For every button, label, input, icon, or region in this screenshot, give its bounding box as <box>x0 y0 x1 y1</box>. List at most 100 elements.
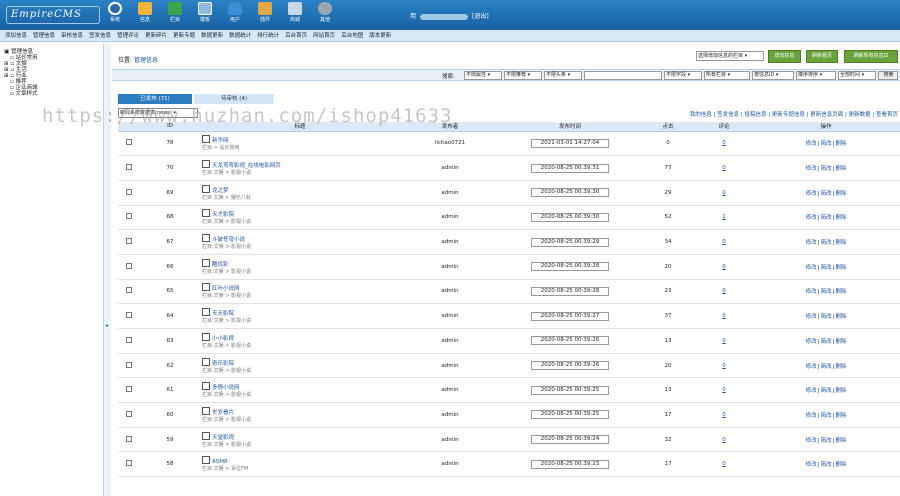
delete-link[interactable]: 删除 <box>835 215 846 221</box>
row-comments[interactable]: 0 <box>722 313 726 319</box>
row-comments[interactable]: 0 <box>722 165 726 171</box>
edit-link[interactable]: 修改 <box>806 265 817 271</box>
quick-edit-link[interactable]: 简改 <box>820 438 831 444</box>
menu-item[interactable]: 添加信息 <box>2 30 30 41</box>
tab-pending[interactable]: 待审核 (4) <box>194 94 274 104</box>
search-button[interactable]: 搜索 <box>878 71 898 80</box>
field-select[interactable]: 不限字段 ▾ <box>664 71 702 80</box>
action-link[interactable]: 投稿信息 <box>744 112 766 118</box>
row-title[interactable]: 小小影视 <box>202 336 234 342</box>
row-time[interactable]: 2020-08-25 00:39:23 <box>531 459 609 469</box>
row-time[interactable]: 2020-08-25 00:39:28 <box>531 262 609 272</box>
edit-link[interactable]: 修改 <box>806 289 817 295</box>
menu-item[interactable]: 版本更新 <box>366 30 394 41</box>
row-time[interactable]: 2020-08-25 00:39:27 <box>531 311 609 321</box>
action-link[interactable]: 签发信息 <box>717 112 739 118</box>
menu-item[interactable]: 更新专题 <box>170 30 198 41</box>
nav-other[interactable]: 其他 <box>310 1 340 23</box>
row-comments[interactable]: 0 <box>722 190 726 196</box>
menu-item[interactable]: 更新碎片 <box>142 30 170 41</box>
row-checkbox[interactable] <box>126 188 132 195</box>
tab-published[interactable]: 已发布 (71) <box>118 94 192 104</box>
quick-edit-link[interactable]: 简改 <box>820 166 831 172</box>
row-checkbox[interactable] <box>126 386 132 393</box>
row-title[interactable]: 岁岁看片 <box>202 410 234 416</box>
menu-item[interactable]: 数据更新 <box>198 30 226 41</box>
action-link[interactable]: 更新专题信息 <box>772 112 805 118</box>
row-comments[interactable]: 0 <box>722 387 726 393</box>
quick-edit-link[interactable]: 简改 <box>820 141 831 147</box>
delete-link[interactable]: 删除 <box>835 314 846 320</box>
row-time[interactable]: 2020-08-25 00:39:26 <box>531 336 609 346</box>
empirecms-logo[interactable]: EmpireCMS <box>6 6 100 24</box>
quick-edit-link[interactable]: 简改 <box>820 289 831 295</box>
menu-item[interactable]: 签发信息 <box>86 30 114 41</box>
breadcrumb-link[interactable]: 管理信息 <box>134 57 158 64</box>
edit-link[interactable]: 修改 <box>806 413 817 419</box>
menu-item[interactable]: 审核信息 <box>58 30 86 41</box>
delete-link[interactable]: 删除 <box>835 240 846 246</box>
nav-system[interactable]: 系统 <box>100 1 130 23</box>
column-select[interactable]: 选择增加信息的栏目 ▾ <box>696 51 764 61</box>
row-title[interactable]: 天天影院 <box>202 311 234 317</box>
delete-link[interactable]: 删除 <box>835 191 846 197</box>
row-comments[interactable]: 0 <box>722 412 726 418</box>
nav-user[interactable]: 用户 <box>220 1 250 23</box>
attr-select[interactable]: 不限属性 ▾ <box>464 71 502 80</box>
menu-item[interactable]: 管理评论 <box>114 30 142 41</box>
edit-link[interactable]: 修改 <box>806 166 817 172</box>
quick-edit-link[interactable]: 简改 <box>820 462 831 468</box>
row-title[interactable]: 红叶小说网 <box>202 286 240 292</box>
row-time[interactable]: 2020-08-25 00:39:24 <box>531 435 609 445</box>
refresh-home-button[interactable]: 刷新首页 <box>806 50 838 63</box>
row-checkbox[interactable] <box>126 262 132 269</box>
delete-link[interactable]: 删除 <box>835 166 846 172</box>
edit-link[interactable]: 修改 <box>806 314 817 320</box>
order-field-select[interactable]: 按信息ID ▾ <box>752 71 794 80</box>
delete-link[interactable]: 删除 <box>835 364 846 370</box>
row-time[interactable]: 2021-03-01 14:27:04 <box>531 138 609 148</box>
row-time[interactable]: 2020-08-25 00:39:30 <box>531 212 609 222</box>
headline-select[interactable]: 不限头条 ▾ <box>544 71 582 80</box>
nav-info[interactable]: 信息 <box>130 1 160 23</box>
edit-link[interactable]: 修改 <box>806 462 817 468</box>
nav-column[interactable]: 栏目 <box>160 1 190 23</box>
time-select[interactable]: 全部时间 ▾ <box>838 71 876 80</box>
edit-link[interactable]: 修改 <box>806 215 817 221</box>
delete-link[interactable]: 删除 <box>835 265 846 271</box>
delete-link[interactable]: 删除 <box>835 339 846 345</box>
row-comments[interactable]: 0 <box>722 363 726 369</box>
row-title[interactable]: 多情小说网 <box>202 385 240 391</box>
row-checkbox[interactable] <box>126 287 132 294</box>
collapse-icon[interactable]: ◂ <box>105 322 108 329</box>
row-checkbox[interactable] <box>126 435 132 442</box>
edit-link[interactable]: 修改 <box>806 141 817 147</box>
row-title[interactable]: 奇乐影院 <box>202 361 234 367</box>
row-comments[interactable]: 1 <box>722 214 726 220</box>
quick-edit-link[interactable]: 简改 <box>820 339 831 345</box>
edit-link[interactable]: 修改 <box>806 438 817 444</box>
edit-link[interactable]: 修改 <box>806 240 817 246</box>
row-comments[interactable]: 0 <box>722 288 726 294</box>
row-comments[interactable]: 0 <box>722 264 726 270</box>
row-checkbox[interactable] <box>126 164 132 171</box>
row-checkbox[interactable] <box>126 312 132 319</box>
menu-item[interactable]: 后台地图 <box>338 30 366 41</box>
row-checkbox[interactable] <box>126 336 132 343</box>
tree-node[interactable]: ▫ 文章样式 <box>4 91 103 97</box>
row-comments[interactable]: 0 <box>722 437 726 443</box>
edit-link[interactable]: 修改 <box>806 364 817 370</box>
row-checkbox[interactable] <box>126 361 132 368</box>
row-time[interactable]: 2020-08-25 00:39:25 <box>531 385 609 395</box>
row-checkbox[interactable] <box>126 238 132 245</box>
row-comments[interactable]: 0 <box>722 140 726 146</box>
delete-link[interactable]: 删除 <box>835 462 846 468</box>
row-title[interactable]: 新华网 <box>202 138 229 144</box>
row-title[interactable]: 斗破苍穹小说 <box>202 237 245 243</box>
row-checkbox[interactable] <box>126 139 132 146</box>
row-title[interactable]: 天龙弯弯影视_在线电影网页 <box>202 163 281 169</box>
quick-edit-link[interactable]: 简改 <box>820 215 831 221</box>
row-time[interactable]: 2020-08-25 00:39:26 <box>531 361 609 371</box>
delete-link[interactable]: 删除 <box>835 141 846 147</box>
delete-link[interactable]: 删除 <box>835 413 846 419</box>
